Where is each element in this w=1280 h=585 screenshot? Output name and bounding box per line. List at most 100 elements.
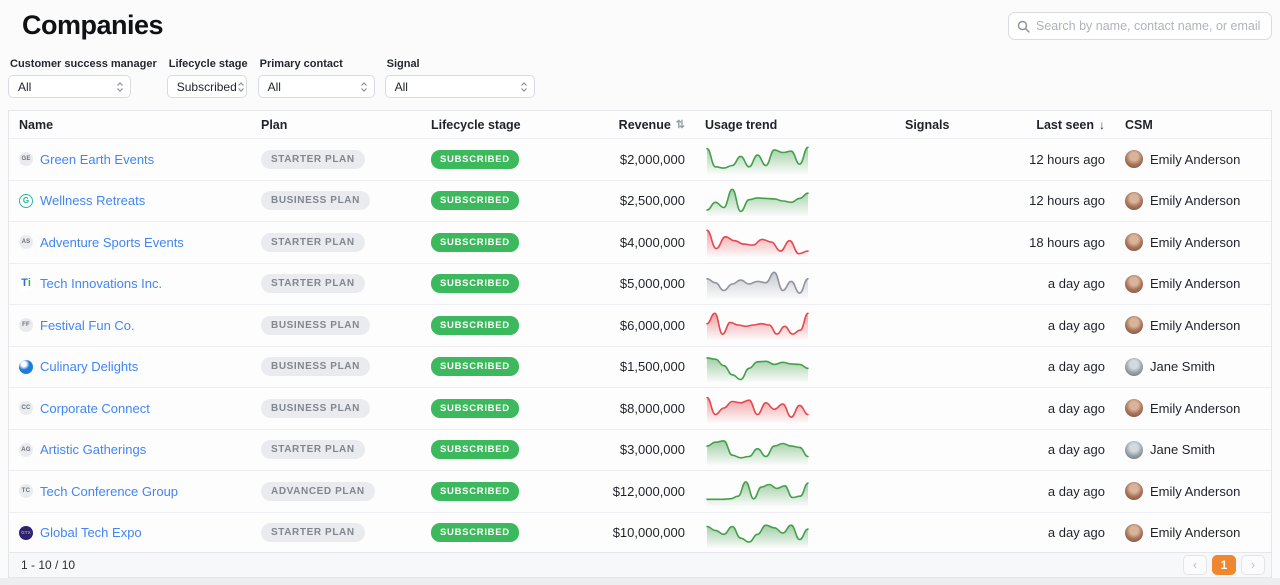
last-seen-cell: a day ago bbox=[1015, 484, 1115, 499]
filter-csm-label: Customer success manager bbox=[8, 58, 157, 70]
col-header-revenue-label: Revenue bbox=[619, 118, 671, 132]
company-initials-icon: CC bbox=[19, 401, 33, 415]
plan-cell: BUSINESS PLAN bbox=[251, 191, 421, 210]
usage-trend-cell bbox=[695, 310, 895, 340]
search-input[interactable] bbox=[1036, 19, 1263, 33]
table-row: CCCorporate ConnectBUSINESS PLANSUBSCRIB… bbox=[9, 387, 1271, 429]
company-link[interactable]: Culinary Delights bbox=[40, 359, 138, 374]
usage-trend-cell bbox=[695, 435, 895, 465]
company-link[interactable]: Wellness Retreats bbox=[40, 193, 145, 208]
company-link[interactable]: Tech Innovations Inc. bbox=[40, 276, 162, 291]
lifecycle-badge: SUBSCRIBED bbox=[431, 399, 519, 418]
page-title: Companies bbox=[22, 10, 163, 41]
company-logo-icon bbox=[19, 360, 33, 374]
lifecycle-cell: SUBSCRIBED bbox=[421, 191, 599, 210]
revenue-value: $5,000,000 bbox=[620, 276, 685, 291]
csm-avatar bbox=[1125, 358, 1143, 376]
lifecycle-badge: SUBSCRIBED bbox=[431, 357, 519, 376]
usage-trend-cell bbox=[695, 269, 895, 299]
csm-avatar bbox=[1125, 482, 1143, 500]
csm-cell: Emily Anderson bbox=[1115, 399, 1271, 417]
name-cell: AS Adventure Sports Events bbox=[9, 235, 251, 250]
revenue-cell: $6,000,000 bbox=[599, 318, 695, 333]
filter-lifecycle-value: Subscribed bbox=[177, 80, 237, 94]
revenue-cell: $1,500,000 bbox=[599, 359, 695, 374]
lifecycle-cell: SUBSCRIBED bbox=[421, 316, 599, 335]
company-link[interactable]: Green Earth Events bbox=[40, 152, 154, 167]
table-header-row: Name Plan Lifecycle stage Revenue ⇅ Usag… bbox=[9, 111, 1271, 138]
revenue-cell: $2,500,000 bbox=[599, 193, 695, 208]
csm-name: Emily Anderson bbox=[1150, 525, 1240, 540]
last-seen-value: a day ago bbox=[1048, 359, 1105, 374]
company-logo-icon: GTX bbox=[19, 526, 33, 540]
pager: ‹ 1 › bbox=[1183, 555, 1265, 575]
page-1-button[interactable]: 1 bbox=[1212, 555, 1236, 575]
plan-badge: STARTER PLAN bbox=[261, 440, 365, 459]
plan-cell: STARTER PLAN bbox=[251, 150, 421, 169]
plan-badge: BUSINESS PLAN bbox=[261, 316, 370, 335]
revenue-value: $10,000,000 bbox=[613, 525, 685, 540]
lifecycle-badge: SUBSCRIBED bbox=[431, 440, 519, 459]
horizontal-scrollbar-track[interactable] bbox=[0, 578, 1280, 585]
last-seen-value: 12 hours ago bbox=[1029, 152, 1105, 167]
col-header-last-seen[interactable]: Last seen ↓ bbox=[1015, 118, 1115, 132]
company-link[interactable]: Tech Conference Group bbox=[40, 484, 178, 499]
sort-both-icon[interactable]: ⇅ bbox=[676, 118, 685, 131]
table-row: ASAdventure Sports EventsSTARTER PLANSUB… bbox=[9, 221, 1271, 263]
revenue-value: $4,000,000 bbox=[620, 235, 685, 250]
revenue-cell: $12,000,000 bbox=[599, 484, 695, 499]
name-cell: GWellness Retreats bbox=[9, 193, 251, 208]
table-row: TCTech Conference GroupADVANCED PLANSUBS… bbox=[9, 470, 1271, 512]
company-link[interactable]: Global Tech Expo bbox=[40, 525, 142, 540]
plan-badge: BUSINESS PLAN bbox=[261, 357, 370, 376]
plan-cell: BUSINESS PLAN bbox=[251, 316, 421, 335]
company-link[interactable]: Corporate Connect bbox=[40, 401, 150, 416]
company-initials-icon: FF bbox=[19, 318, 33, 332]
filter-signal-select[interactable]: All bbox=[385, 75, 535, 98]
usage-trend-cell bbox=[695, 518, 895, 548]
filter-lifecycle-select[interactable]: Subscribed bbox=[167, 75, 247, 98]
lifecycle-cell: SUBSCRIBED bbox=[421, 357, 599, 376]
usage-trend-sparkline bbox=[705, 227, 810, 257]
usage-trend-sparkline bbox=[705, 186, 810, 216]
col-header-usage-trend: Usage trend bbox=[695, 118, 895, 132]
revenue-value: $2,500,000 bbox=[620, 193, 685, 208]
col-header-revenue[interactable]: Revenue ⇅ bbox=[599, 118, 695, 132]
filter-primary-contact-select[interactable]: All bbox=[258, 75, 375, 98]
revenue-cell: $4,000,000 bbox=[599, 235, 695, 250]
name-cell: CC Corporate Connect bbox=[9, 401, 251, 416]
plan-badge: ADVANCED PLAN bbox=[261, 482, 375, 501]
company-link[interactable]: Adventure Sports Events bbox=[40, 235, 184, 250]
row-range-label: 1 - 10 / 10 bbox=[21, 558, 75, 572]
next-page-button[interactable]: › bbox=[1241, 555, 1265, 575]
plan-cell: ADVANCED PLAN bbox=[251, 482, 421, 501]
company-link[interactable]: Artistic Gatherings bbox=[40, 442, 146, 457]
usage-trend-cell bbox=[695, 476, 895, 506]
last-seen-cell: a day ago bbox=[1015, 276, 1115, 291]
company-link[interactable]: Festival Fun Co. bbox=[40, 318, 135, 333]
plan-cell: STARTER PLAN bbox=[251, 523, 421, 542]
company-initials-icon: AS bbox=[19, 235, 33, 249]
csm-name: Emily Anderson bbox=[1150, 318, 1240, 333]
lifecycle-cell: SUBSCRIBED bbox=[421, 482, 599, 501]
lifecycle-badge: SUBSCRIBED bbox=[431, 482, 519, 501]
usage-trend-cell bbox=[695, 227, 895, 257]
usage-trend-sparkline bbox=[705, 310, 810, 340]
company-initials-icon: AG bbox=[19, 443, 33, 457]
sort-desc-icon[interactable]: ↓ bbox=[1099, 118, 1105, 132]
filter-lifecycle: Lifecycle stage Subscribed bbox=[167, 58, 248, 98]
prev-page-button[interactable]: ‹ bbox=[1183, 555, 1207, 575]
csm-name: Emily Anderson bbox=[1150, 484, 1240, 499]
search-icon bbox=[1017, 20, 1030, 33]
revenue-cell: $8,000,000 bbox=[599, 401, 695, 416]
revenue-value: $12,000,000 bbox=[613, 484, 685, 499]
usage-trend-sparkline bbox=[705, 393, 810, 423]
table-row: FF Festival Fun Co. BUSINESS PLAN SUBSCRIBE… bbox=[9, 304, 1271, 346]
filter-csm-select[interactable]: All bbox=[8, 75, 131, 98]
search-box[interactable] bbox=[1008, 12, 1272, 40]
revenue-value: $3,000,000 bbox=[620, 442, 685, 457]
lifecycle-cell: SUBSCRIBED bbox=[421, 399, 599, 418]
last-seen-cell: a day ago bbox=[1015, 401, 1115, 416]
revenue-cell: $5,000,000 bbox=[599, 276, 695, 291]
name-cell: TiTech Innovations Inc. bbox=[9, 276, 251, 291]
